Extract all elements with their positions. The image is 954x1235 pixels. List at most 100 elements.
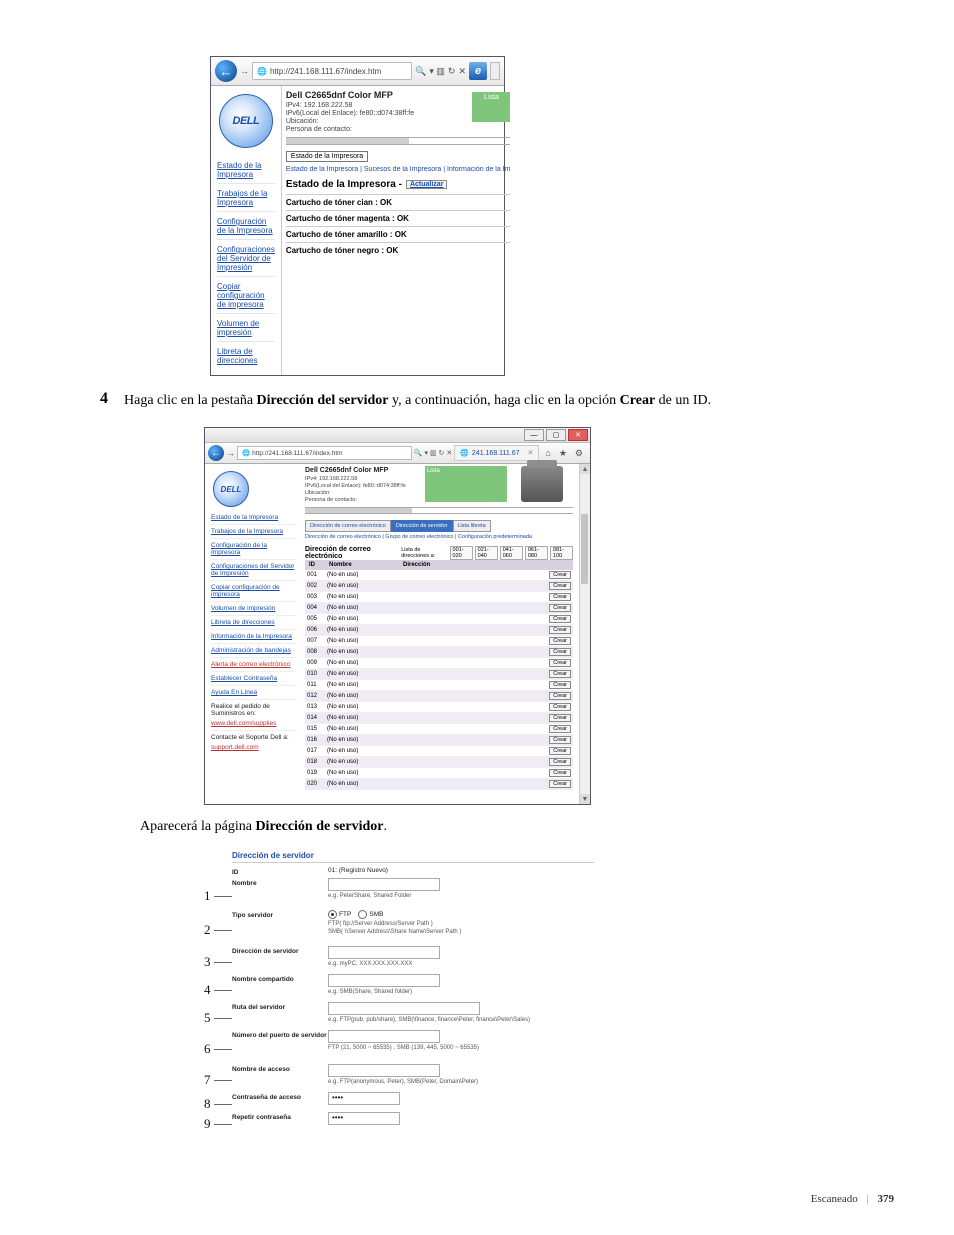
refresh-icon[interactable]: ↻ [448,66,456,77]
sidebar-copiar[interactable]: Copiar configuración de impresora [211,581,297,602]
scroll-down-icon[interactable]: ▼ [580,794,590,804]
crear-button[interactable]: Crear [549,670,571,678]
input-ruta[interactable] [328,1002,480,1015]
sidebar-config-impresora[interactable]: Configuración de la Impresora [217,212,275,240]
tab-email[interactable]: Dirección de correo electrónico [305,520,391,532]
crear-button[interactable]: Crear [549,714,571,722]
tab-close-icon[interactable]: ✕ [528,449,534,457]
sidebar-estado[interactable]: Estado de la Impresora [211,511,297,525]
sidebar-bandejas[interactable]: Administración de bandejas [211,644,297,658]
crear-button[interactable]: Crear [549,703,571,711]
sidebar-soporte-link[interactable]: support.dell.com [211,741,297,751]
sidebar-volumen[interactable]: Volumen de impresión [211,602,297,616]
crear-button[interactable]: Crear [549,571,571,579]
table-row: 011(No en uso)Crear [305,680,573,691]
sidebar-alerta[interactable]: Alerta de correo electrónico [211,658,297,672]
input-dir[interactable] [328,946,440,959]
input-nombre[interactable] [328,878,440,891]
cell-dir [399,651,535,653]
sidebar-libreta[interactable]: Libreta de direcciones [211,616,297,630]
cell-dir [399,706,535,708]
close-button[interactable]: ✕ [568,429,588,441]
maximize-button[interactable]: ▢ [546,429,566,441]
search-icon[interactable]: 🔍 ▾ ▥ ↻ ✕ [414,449,452,457]
crear-button[interactable]: Crear [549,736,571,744]
sidebar-libreta[interactable]: Libreta de direcciones [217,342,275,369]
pager-cell[interactable]: 001-020 [450,546,473,560]
crear-button[interactable]: Crear [549,593,571,601]
sidebar-info[interactable]: Información de la Impresora [211,630,297,644]
cell-dir [399,717,535,719]
input-pwd[interactable]: •••• [328,1092,400,1105]
crear-button[interactable]: Crear [549,758,571,766]
field-pwd: Contraseña de acceso •••• [232,1092,594,1110]
vertical-scrollbar[interactable]: ▲ ▼ [579,464,590,804]
crear-button[interactable]: Crear [549,604,571,612]
form-title: Dirección de servidor [232,851,594,863]
sidebar-volumen[interactable]: Volumen de impresión [217,314,275,342]
pager-cell[interactable]: 041-060 [500,546,523,560]
search-icon[interactable]: 🔍 [415,66,426,77]
tab-server[interactable]: Dirección de servidor [391,520,453,532]
pager-cell[interactable]: 061-080 [525,546,548,560]
sidebar-ayuda[interactable]: Ayuda En Línea [211,686,297,700]
tab-list-icon[interactable]: ▾ ▥ [429,66,445,77]
url-field[interactable]: 🌐 http://241.168.111.67/index.htm [237,446,412,460]
sidebar-config-servidor[interactable]: Configuraciones del Servidor de Impresió… [217,240,275,277]
hint-nombre: e.g. PeterShare, Shared Folder [328,893,594,899]
home-icon[interactable]: ⌂ [545,448,550,459]
pager-cell[interactable]: 081-100 [550,546,573,560]
sidebar-trabajos[interactable]: Trabajos de la Impresora [217,184,275,212]
sidebar-copiar[interactable]: Copiar configuración de impresora [217,277,275,314]
pager-cell[interactable]: 021-040 [475,546,498,560]
stop-icon[interactable]: ✕ [458,66,466,77]
crear-button[interactable]: Crear [549,582,571,590]
sidebar-estado[interactable]: Estado de la Impresora [217,156,275,184]
minimize-button[interactable]: — [524,429,544,441]
crear-button[interactable]: Crear [549,692,571,700]
inner-scrollbar[interactable] [286,137,511,145]
new-tab-button[interactable] [490,62,500,80]
sidebar-config-servidor[interactable]: Configuraciones del Servidor de Impresió… [211,560,297,581]
input-puerto[interactable] [328,1030,440,1043]
sidebar-trabajos[interactable]: Trabajos de la Impresora [211,525,297,539]
input-pwd2[interactable]: •••• [328,1112,400,1125]
forward-button[interactable]: → [240,66,249,76]
crear-button[interactable]: Crear [549,681,571,689]
url-field[interactable]: 🌐 http://241.168.111.67/index.htm [252,62,412,80]
cell-id: 017 [305,747,325,755]
sub-links[interactable]: Dirección de correo electrónico | Grupo … [305,534,573,540]
back-button[interactable]: ← [208,445,224,461]
input-login[interactable] [328,1064,440,1077]
scroll-up-icon[interactable]: ▲ [580,464,590,474]
crear-button[interactable]: Crear [549,615,571,623]
refresh-button[interactable]: Actualizar [406,180,447,189]
favorites-icon[interactable]: ★ [559,448,567,459]
back-button[interactable]: ← [215,60,237,82]
crear-button[interactable]: Crear [549,659,571,667]
radio-ftp[interactable] [328,910,337,919]
crear-button[interactable]: Crear [549,780,571,788]
tab-phonebook[interactable]: Lista libreta [453,520,491,532]
sidebar-config-impresora[interactable]: Configuración de la Impresora [211,539,297,560]
ie-logo-tab[interactable]: e [469,62,487,80]
tools-icon[interactable]: ⚙ [575,448,583,459]
crear-button[interactable]: Crear [549,626,571,634]
page-footer: Escaneado | 379 [811,1193,894,1205]
crear-button[interactable]: Crear [549,637,571,645]
crear-button[interactable]: Crear [549,747,571,755]
crear-button[interactable]: Crear [549,648,571,656]
window-titlebar: — ▢ ✕ [205,428,590,443]
inner-scrollbar[interactable] [305,507,573,514]
sidebar-pwd[interactable]: Establecer Contraseña [211,672,297,686]
toner-magenta: Cartucho de tóner magenta : OK [286,210,511,226]
radio-smb[interactable] [358,910,367,919]
crear-button[interactable]: Crear [549,725,571,733]
browser-tab[interactable]: 🌐 241.168.111.67 ✕ [454,445,539,461]
input-share[interactable] [328,974,440,987]
field-dir: Dirección de servidor e.g. myPC, XXX.XXX… [232,946,594,972]
breadcrumb[interactable]: Estado de la Impresora | Sucesos de la I… [286,166,511,173]
sidebar-pedido-link[interactable]: www.dell.com/supplies [211,717,297,731]
forward-button[interactable]: → [226,448,235,458]
crear-button[interactable]: Crear [549,769,571,777]
